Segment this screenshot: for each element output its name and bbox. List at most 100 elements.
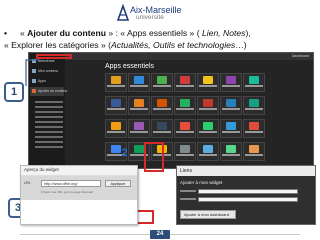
app-label-placeholder <box>130 108 148 110</box>
app-label-placeholder <box>153 85 171 87</box>
app-tile[interactable] <box>220 119 242 138</box>
app-label-placeholder <box>153 131 171 133</box>
app-icon <box>111 76 121 84</box>
app-icon <box>180 76 190 84</box>
app-icon <box>249 145 259 153</box>
app-tile[interactable] <box>197 96 219 115</box>
app-label-placeholder <box>176 85 194 87</box>
app-tile[interactable] <box>243 96 265 115</box>
bullet: • <box>4 28 8 38</box>
app-icon <box>157 76 167 84</box>
app-tile[interactable] <box>197 73 219 92</box>
sidebar-subitem[interactable] <box>35 141 63 143</box>
dialog-header: Aperçu du widget <box>21 166 137 176</box>
text-fragment: …) <box>235 40 247 50</box>
app-tile[interactable] <box>174 73 196 92</box>
app-tile[interactable] <box>151 96 173 115</box>
sidebar-subitem[interactable] <box>35 111 63 113</box>
text-fragment: « Explorer les catégories » ( <box>4 40 111 50</box>
app-tile[interactable] <box>128 73 150 92</box>
app-label-placeholder <box>199 131 217 133</box>
app-label-placeholder <box>245 85 263 87</box>
callout-box-tile <box>144 142 164 172</box>
heading-line-1: « Ajouter du contenu » : « Apps essentie… <box>20 27 251 39</box>
dialog-body: URL http://www.dfhe.org/ Appliquer Chois… <box>21 176 137 200</box>
heading-bold-text: Ajouter du contenu <box>27 28 106 38</box>
app-icon <box>203 76 213 84</box>
app-tile[interactable] <box>220 73 242 92</box>
dialog-header: Liens <box>177 166 315 176</box>
app-icon <box>134 145 144 153</box>
url-label: URL <box>24 181 32 185</box>
app-tile[interactable] <box>128 119 150 138</box>
apply-button[interactable]: Appliquer <box>105 180 131 187</box>
app-icon <box>111 99 121 107</box>
sidebar-subitem[interactable] <box>35 101 63 103</box>
app-tile[interactable] <box>197 142 219 161</box>
app-label-placeholder <box>107 131 125 133</box>
add-to-dashboard-button[interactable]: Ajouter à mon dashboard <box>180 210 236 219</box>
callout-arrow-icon <box>25 59 40 86</box>
logo-text-secondary: université <box>136 14 164 21</box>
sidebar-subitem[interactable] <box>35 136 63 138</box>
app-tile[interactable] <box>197 119 219 138</box>
app-tile[interactable] <box>243 119 265 138</box>
sidebar-subitem[interactable] <box>35 116 63 118</box>
app-tile[interactable] <box>220 142 242 161</box>
app-tile[interactable] <box>151 119 173 138</box>
app-icon <box>249 76 259 84</box>
app-label-placeholder <box>199 85 217 87</box>
university-logo: Aix-Marseille université <box>116 3 208 25</box>
app-tile[interactable] <box>243 73 265 92</box>
app-icon <box>249 99 259 107</box>
app-label-placeholder <box>245 154 263 156</box>
apps-panel-title: Apps essentiels <box>105 63 155 70</box>
sidebar-subitem[interactable] <box>35 106 63 108</box>
field-label <box>180 190 196 192</box>
url-input[interactable]: http://www.dfhe.org/ <box>41 180 101 187</box>
form-row <box>180 197 312 204</box>
app-icon <box>203 122 213 130</box>
heading-italic-text: Lien, Notes <box>201 28 246 38</box>
app-icon <box>157 122 167 130</box>
logo-mark-icon <box>116 4 130 21</box>
app-icon <box>249 122 259 130</box>
app-tile[interactable] <box>174 119 196 138</box>
app-tile[interactable] <box>105 119 127 138</box>
sidebar-subitem[interactable] <box>35 131 63 133</box>
app-icon <box>203 99 213 107</box>
step-badge-2: 2 <box>121 147 128 159</box>
app-tile[interactable] <box>220 96 242 115</box>
app-tile[interactable] <box>174 96 196 115</box>
app-tile[interactable] <box>105 73 127 92</box>
app-tile[interactable] <box>105 96 127 115</box>
app-tile[interactable] <box>174 142 196 161</box>
app-icon <box>226 145 236 153</box>
sidebar-subitem[interactable] <box>35 146 63 148</box>
heading-italic-text: Actualités, Outils et technologies <box>111 40 236 50</box>
app-tile[interactable] <box>243 142 265 161</box>
dialog-title: Liens <box>180 168 192 174</box>
app-icon <box>134 122 144 130</box>
text-fragment: » : « Apps essentiels » ( <box>105 28 202 38</box>
app-label-placeholder <box>199 108 217 110</box>
sidebar-subitem[interactable] <box>35 126 63 128</box>
sidebar-item-label: Ajouter du contenu <box>38 89 68 93</box>
text-field[interactable] <box>198 197 298 202</box>
text-fragment: ), <box>245 28 251 38</box>
text-field[interactable] <box>198 189 298 194</box>
widget-preview-dialog: Aperçu du widget URL http://www.dfhe.org… <box>20 165 138 225</box>
app-tile[interactable] <box>151 73 173 92</box>
app-label-placeholder <box>130 131 148 133</box>
app-label-placeholder <box>245 131 263 133</box>
app-label-placeholder <box>153 108 171 110</box>
app-label-placeholder <box>199 154 217 156</box>
dialog-subtitle: Ajouter à mon widget <box>180 180 223 185</box>
app-tile[interactable] <box>128 96 150 115</box>
app-label-placeholder <box>222 154 240 156</box>
app-label-placeholder <box>222 85 240 87</box>
sidebar-subitem[interactable] <box>35 121 63 123</box>
field-label <box>180 198 196 200</box>
topbar-link[interactable]: Dashboard <box>292 54 309 58</box>
app-label-placeholder <box>107 108 125 110</box>
